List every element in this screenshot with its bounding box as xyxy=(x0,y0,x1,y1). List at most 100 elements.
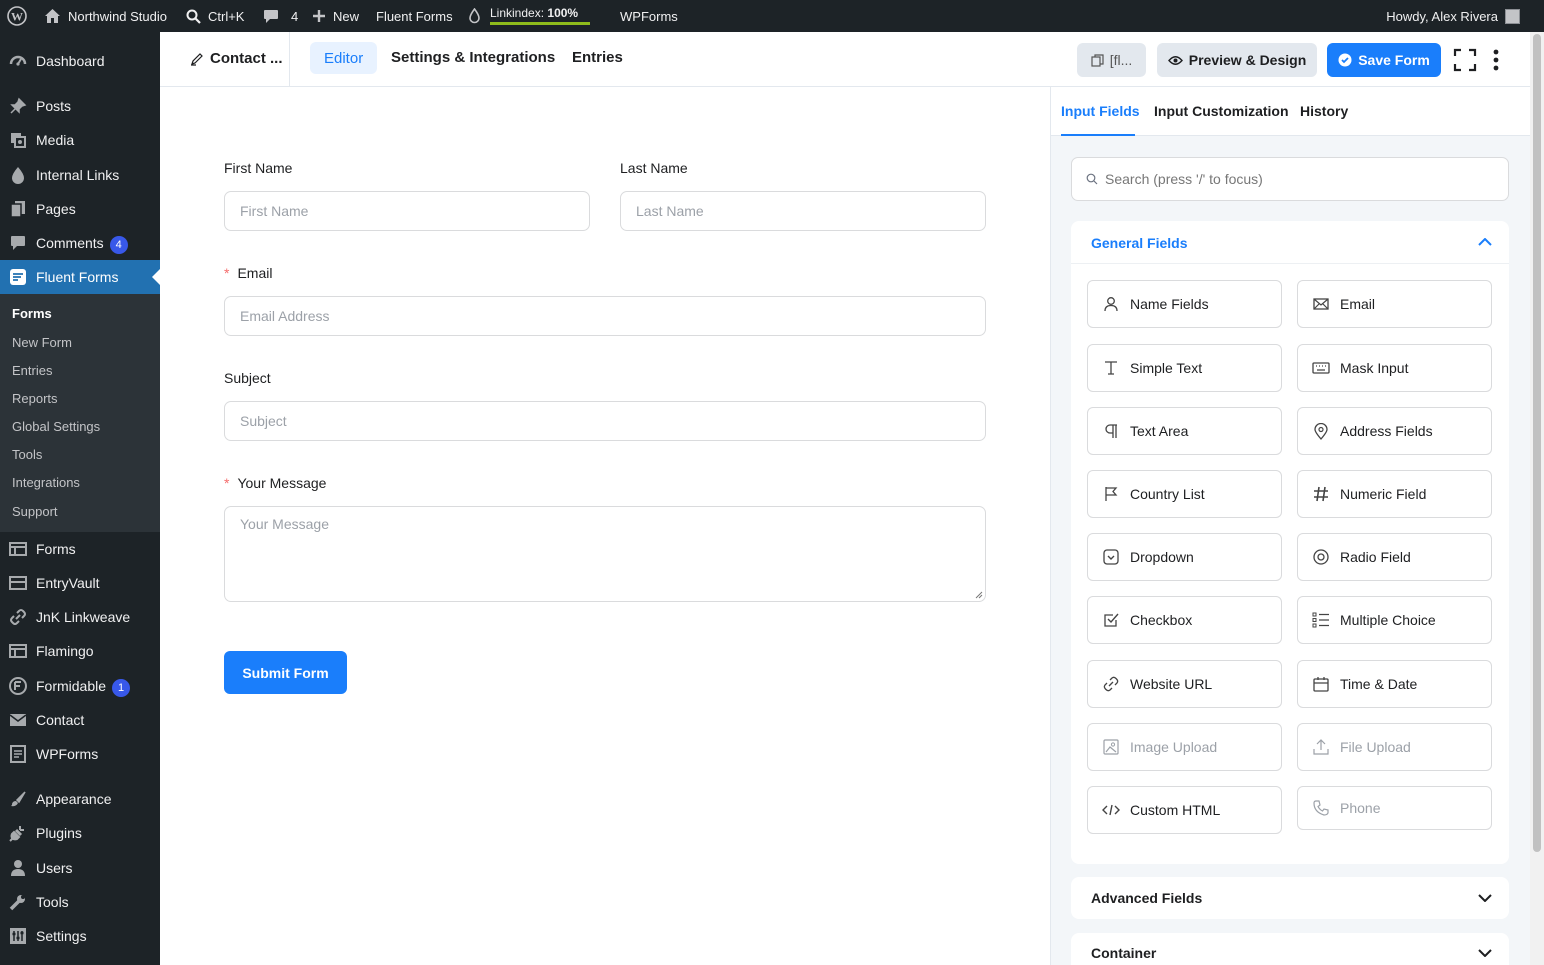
fullscreen-icon[interactable] xyxy=(1452,47,1478,73)
tab-history[interactable]: History xyxy=(1300,103,1348,119)
page-scrollbar[interactable] xyxy=(1530,32,1544,965)
wordpress-logo-icon[interactable]: W xyxy=(7,0,27,32)
submenu-item-support[interactable]: Support xyxy=(12,504,58,519)
wpforms-link[interactable]: WPForms xyxy=(620,0,678,32)
flag-icon xyxy=(1102,485,1120,503)
field-simple-text[interactable]: Simple Text xyxy=(1087,344,1282,392)
field-checkbox[interactable]: Checkbox xyxy=(1087,596,1282,644)
comments-link[interactable]: 4 xyxy=(263,0,298,32)
sidebar-item-fluent-forms[interactable]: Fluent Forms xyxy=(0,260,160,294)
linkindex-widget: Linkindex: 100% xyxy=(488,0,590,32)
subject-input[interactable]: Subject xyxy=(224,401,986,441)
field-radio-field[interactable]: Radio Field xyxy=(1297,533,1492,581)
admin-bar: W Northwind Studio Ctrl+K 4 New Fluent F… xyxy=(0,0,1544,32)
tab-settings-label: Settings & Integrations xyxy=(391,49,556,66)
sidebar-item-label: Dashboard xyxy=(36,53,105,69)
sidebar-item-entryvault[interactable]: EntryVault xyxy=(0,566,160,600)
sidebar-item-posts[interactable]: Posts xyxy=(0,89,160,123)
submenu-item-entries[interactable]: Entries xyxy=(12,363,52,378)
sidebar-item-pages[interactable]: Pages xyxy=(0,192,160,226)
howdy-text: Howdy, Alex Rivera xyxy=(1386,8,1498,24)
tab-input-customization[interactable]: Input Customization xyxy=(1154,103,1289,119)
sidebar-item-label: Formidable 1 xyxy=(36,678,131,697)
sidebar-item-internal-links[interactable]: Internal Links xyxy=(0,158,160,192)
envelope-icon xyxy=(1312,295,1330,313)
image-icon xyxy=(1102,738,1120,756)
container-title: Container xyxy=(1091,945,1157,961)
advanced-fields-header[interactable]: Advanced Fields xyxy=(1071,877,1509,919)
search-shortcut[interactable]: Ctrl+K xyxy=(186,0,244,32)
linkindex-link[interactable]: Linkindex: 100% xyxy=(468,0,590,32)
sidebar-item-users[interactable]: Users xyxy=(0,851,160,885)
field-mask-input[interactable]: Mask Input xyxy=(1297,344,1492,392)
submenu-item-new-form[interactable]: New Form xyxy=(12,335,72,350)
field-file-upload[interactable]: File Upload xyxy=(1297,723,1492,771)
sidebar-item-forms[interactable]: Forms xyxy=(0,532,160,566)
field-image-upload[interactable]: Image Upload xyxy=(1087,723,1282,771)
sidebar-item-wpforms[interactable]: WPForms xyxy=(0,737,160,771)
tab-settings-integrations[interactable]: Settings & Integrations xyxy=(391,49,555,66)
submenu-item-forms[interactable]: Forms xyxy=(12,306,52,321)
tab-input-fields[interactable]: Input Fields xyxy=(1061,103,1140,119)
field-search-input[interactable]: Search (press '/' to focus) xyxy=(1071,157,1509,201)
submit-form-button[interactable]: Submit Form xyxy=(224,651,347,694)
sidebar-item-formidable[interactable]: Formidable 1 xyxy=(0,669,160,703)
sidebar-item-dashboard[interactable]: Dashboard xyxy=(0,44,160,78)
form-canvas: First Name First Name Last Name Last Nam… xyxy=(160,87,1050,965)
field-phone[interactable]: Phone xyxy=(1297,786,1492,830)
form-title-edit[interactable]: Contact ... xyxy=(190,50,283,67)
submenu-item-integrations[interactable]: Integrations xyxy=(12,475,80,490)
site-name-link[interactable]: Northwind Studio xyxy=(44,0,167,32)
submenu-item-global-settings[interactable]: Global Settings xyxy=(12,419,100,434)
email-input[interactable]: Email Address xyxy=(224,296,986,336)
chevron-up-icon xyxy=(1478,238,1492,246)
field-country-list[interactable]: Country List xyxy=(1087,470,1282,518)
subject-label: Subject xyxy=(224,370,271,386)
linkindex-progress-fill xyxy=(490,22,590,25)
sidebar-item-comments[interactable]: Comments 4 xyxy=(0,226,160,260)
sidebar-item-settings[interactable]: Settings xyxy=(0,919,160,953)
wpforms-icon xyxy=(9,745,27,763)
field-multiple-choice[interactable]: Multiple Choice xyxy=(1297,596,1492,644)
sidebar-item-jnk-linkweave[interactable]: JnK Linkweave xyxy=(0,600,160,634)
sidebar-item-plugins[interactable]: Plugins xyxy=(0,816,160,850)
scrollbar-thumb[interactable] xyxy=(1533,34,1541,852)
tab-editor[interactable]: Editor xyxy=(310,42,378,74)
account-menu[interactable]: Howdy, Alex Rivera xyxy=(1386,0,1520,32)
sidebar-item-label: WPForms xyxy=(36,746,99,762)
submenu-item-reports[interactable]: Reports xyxy=(12,391,58,406)
last-name-input[interactable]: Last Name xyxy=(620,191,986,231)
container-header[interactable]: Container xyxy=(1071,933,1509,965)
field-name-fields[interactable]: Name Fields xyxy=(1087,280,1282,328)
submenu-item-tools[interactable]: Tools xyxy=(12,447,42,462)
required-mark: * xyxy=(224,265,230,281)
tab-entries[interactable]: Entries xyxy=(572,49,623,66)
field-label: Multiple Choice xyxy=(1340,612,1436,628)
field-dropdown[interactable]: Dropdown xyxy=(1087,533,1282,581)
field-custom-html[interactable]: Custom HTML xyxy=(1087,786,1282,834)
message-textarea[interactable]: Your Message xyxy=(224,506,986,602)
calendar-icon xyxy=(1312,675,1330,693)
field-time-date[interactable]: Time & Date xyxy=(1297,660,1492,708)
shortcode-button[interactable]: [fl... xyxy=(1077,43,1146,77)
more-options-icon[interactable] xyxy=(1488,47,1504,73)
preview-design-button[interactable]: Preview & Design xyxy=(1157,43,1317,77)
field-text-area[interactable]: Text Area xyxy=(1087,407,1282,455)
sidebar-item-contact[interactable]: Contact xyxy=(0,703,160,737)
save-form-button[interactable]: Save Form xyxy=(1327,43,1441,77)
sidebar-item-media[interactable]: Media xyxy=(0,123,160,157)
field-numeric-field[interactable]: Numeric Field xyxy=(1297,470,1492,518)
sidebar-item-appearance[interactable]: Appearance xyxy=(0,782,160,816)
field-email[interactable]: Email xyxy=(1297,280,1492,328)
field-website-url[interactable]: Website URL xyxy=(1087,660,1282,708)
sidebar-item-flamingo[interactable]: Flamingo xyxy=(0,634,160,668)
field-label: Numeric Field xyxy=(1340,486,1427,502)
fluent-forms-link[interactable]: Fluent Forms xyxy=(376,0,453,32)
new-content-link[interactable]: New xyxy=(312,0,359,32)
field-address-fields[interactable]: Address Fields xyxy=(1297,407,1492,455)
general-fields-header[interactable]: General Fields xyxy=(1071,221,1509,264)
first-name-input[interactable]: First Name xyxy=(224,191,590,231)
sidebar-item-tools[interactable]: Tools xyxy=(0,885,160,919)
field-label: Dropdown xyxy=(1130,549,1194,565)
sidebar-item-label: Users xyxy=(36,860,73,876)
